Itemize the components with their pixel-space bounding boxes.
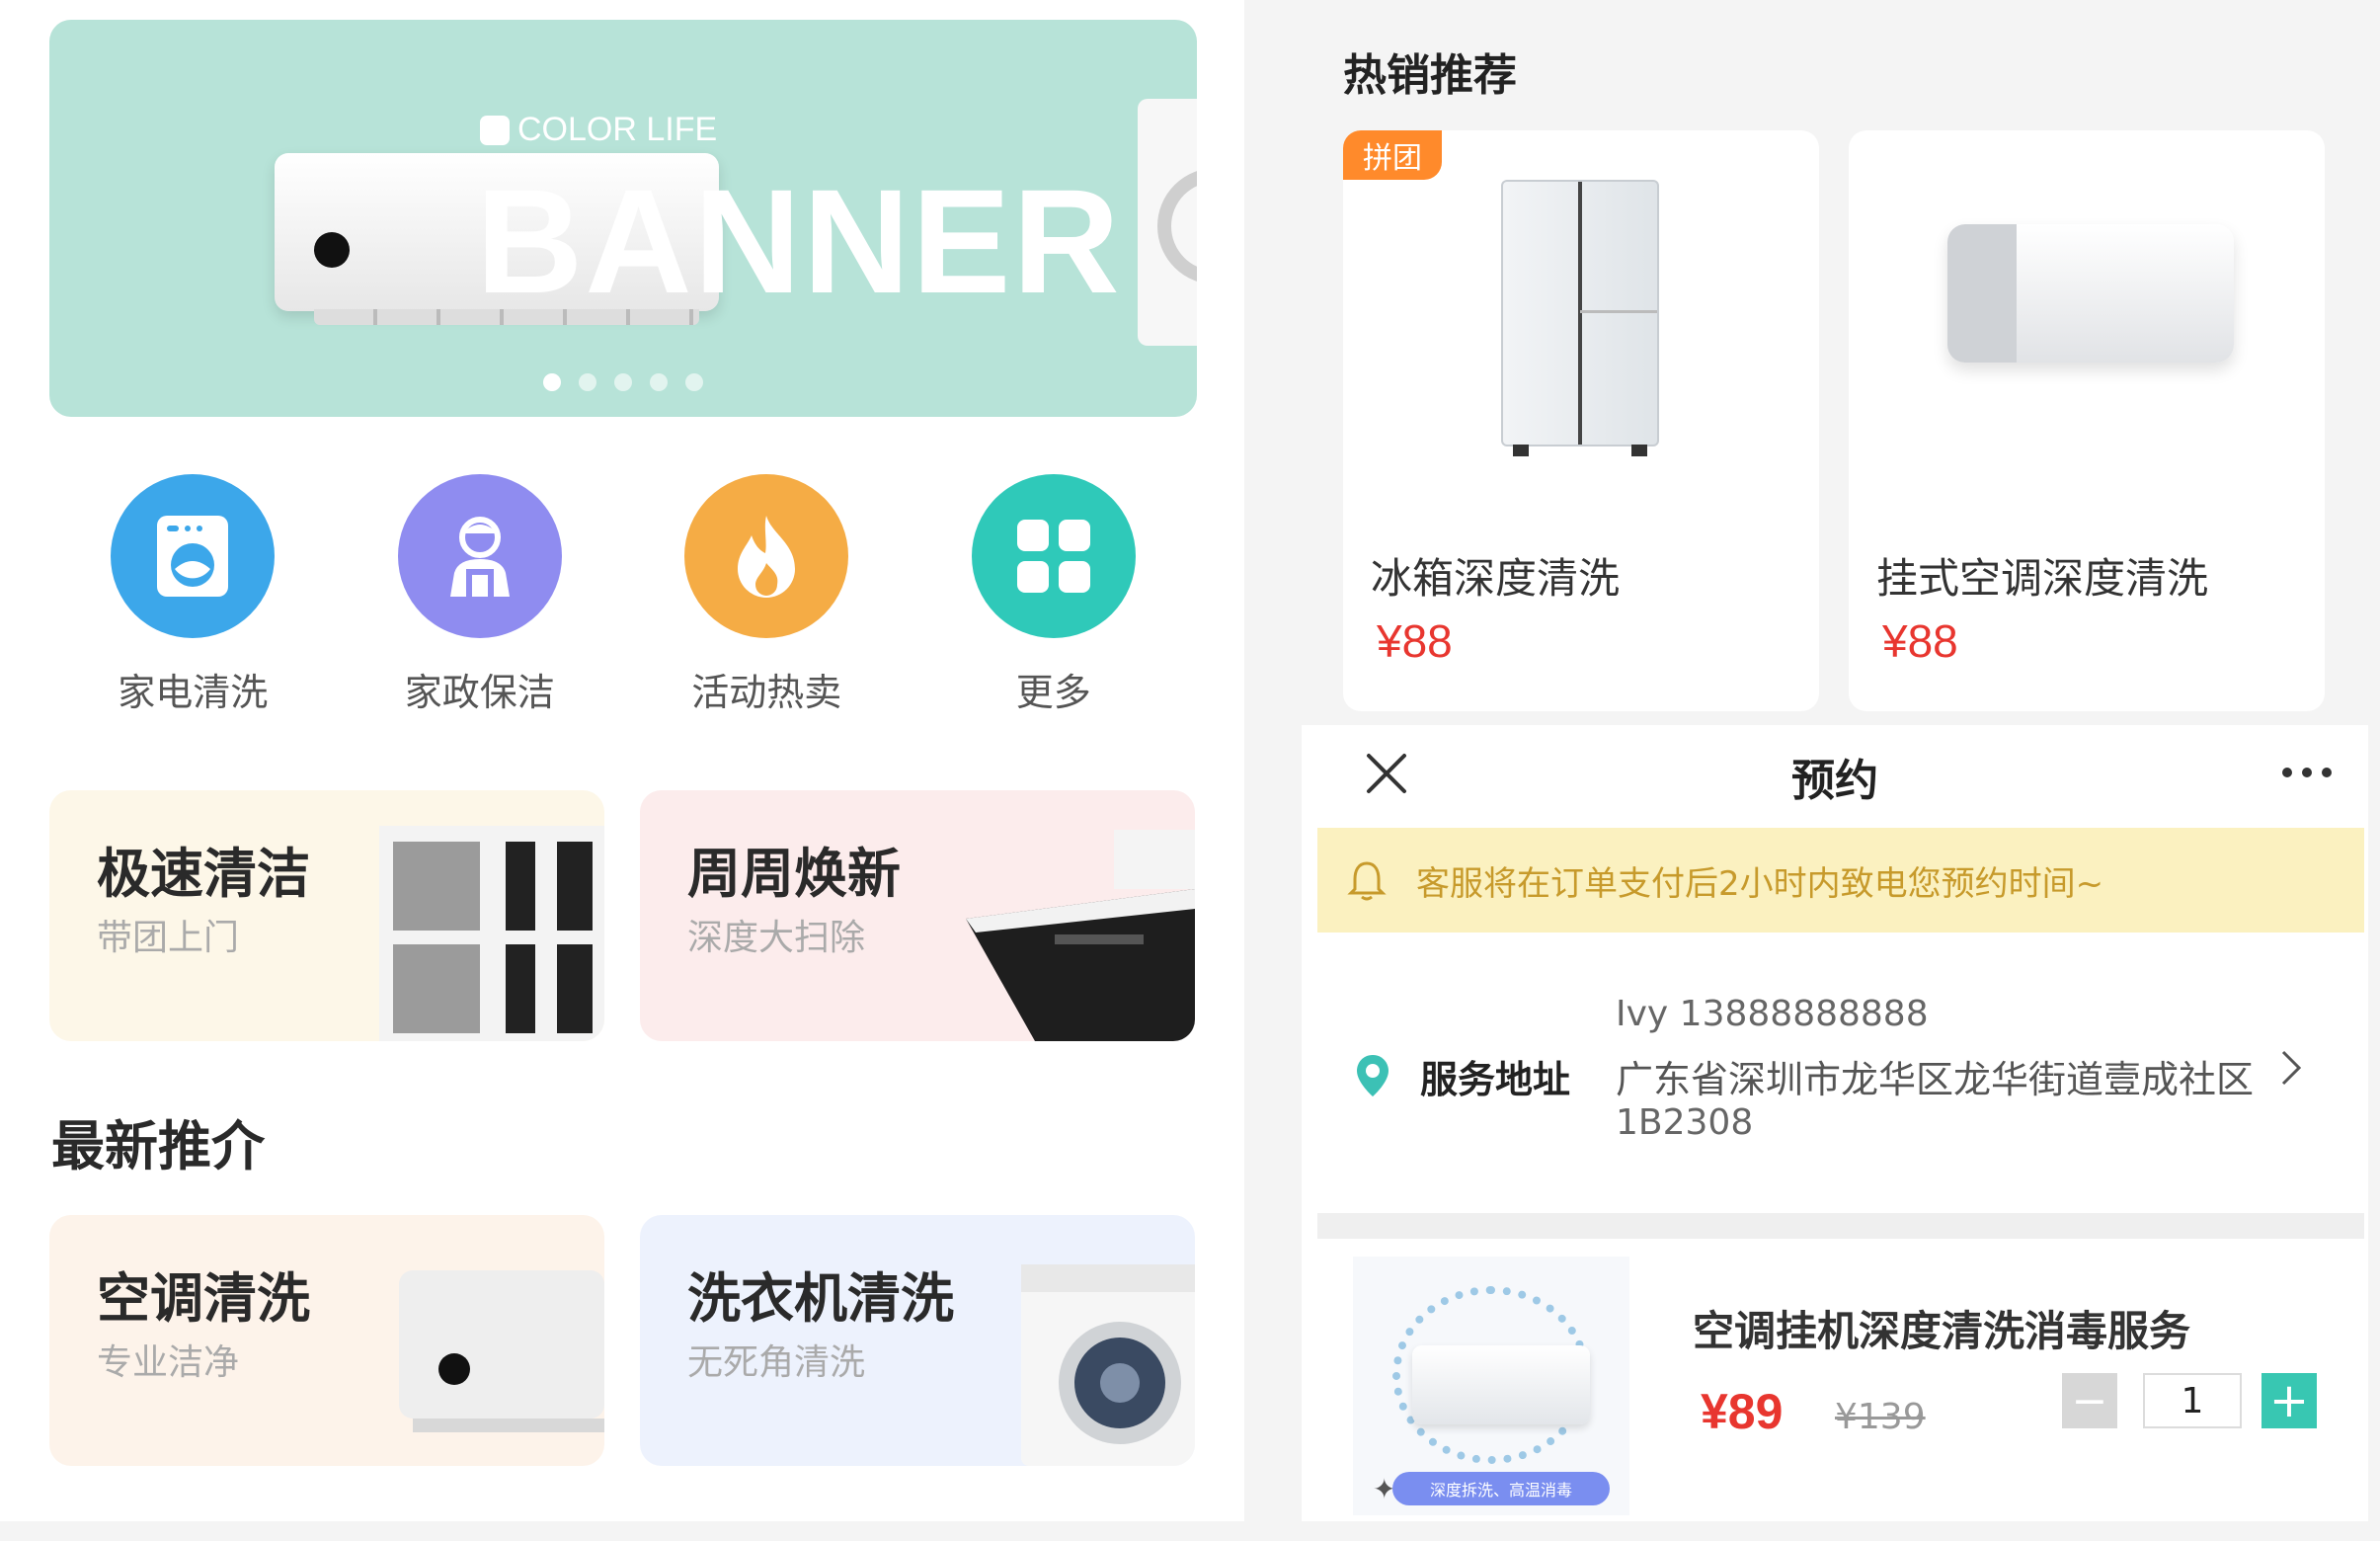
- category-more[interactable]: 更多: [911, 474, 1198, 716]
- bell-icon: [1347, 860, 1387, 901]
- service-thumbnail[interactable]: ✦ 深度拆洗、高温消毒: [1353, 1257, 1629, 1515]
- banner-carousel[interactable]: COLOR LIFE BANNER: [49, 20, 1197, 417]
- order-item: ✦ 深度拆洗、高温消毒 空调挂机深度清洗消毒服务 ¥89 ¥139 − 1 +: [1302, 1257, 2368, 1515]
- banner-headline: BANNER: [476, 158, 1122, 324]
- order-original-price: ¥139: [1835, 1397, 1926, 1437]
- address-line-2: 1B2308: [1616, 1102, 1754, 1143]
- fridge-image: [1501, 180, 1659, 456]
- address-line: 广东省深圳市龙华区龙华街道壹成社区: [1616, 1058, 2255, 1101]
- address-contact: Ivy 13888888888: [1616, 994, 1929, 1034]
- hot-section-title: 热销推荐: [1343, 50, 1517, 101]
- section-title-latest: 最新推介: [51, 1115, 265, 1177]
- chevron-right-icon[interactable]: [2279, 1037, 2303, 1101]
- banner-dot[interactable]: [614, 373, 632, 391]
- brand-logo-icon: [480, 115, 510, 145]
- washer-image: [1138, 99, 1197, 346]
- washing-machine-image: [1021, 1264, 1195, 1466]
- latest-card-washer-cleaning[interactable]: 洗衣机清洗 无死角清洗: [640, 1215, 1195, 1466]
- air-conditioner-image: [399, 1270, 604, 1432]
- home-screen: COLOR LIFE BANNER 家电清洗 家政保洁 活动热卖 更多 极速清洁…: [0, 0, 1244, 1521]
- air-conditioner-image: [1412, 1345, 1590, 1424]
- product-card-wall-ac[interactable]: 挂式空调深度清洗 ¥88: [1849, 130, 2325, 711]
- category-hot-sales[interactable]: 活动热卖: [623, 474, 911, 716]
- product-price: ¥88: [1882, 615, 1958, 667]
- booking-screen: 预约 客服将在订单支付后2小时内致电您预约时间~ 服务地址 Ivy 138888…: [1302, 725, 2368, 1521]
- grid-icon: [971, 474, 1136, 638]
- promo-card-fast-clean[interactable]: 极速清洁 带团上门: [49, 790, 604, 1041]
- product-name: 挂式空调深度清洗: [1876, 554, 2209, 603]
- banner-dot[interactable]: [579, 373, 596, 391]
- banner-brand: COLOR LIFE: [480, 111, 717, 149]
- address-label: 服务地址: [1420, 1058, 1571, 1101]
- window-image: [379, 826, 604, 1041]
- thumbnail-caption: 深度拆洗、高温消毒: [1392, 1472, 1610, 1505]
- wall-ac-image: [1947, 224, 2234, 363]
- flame-icon: [684, 474, 849, 638]
- category-grid: 家电清洗 家政保洁 活动热卖 更多: [49, 474, 1197, 716]
- washing-machine-icon: [111, 474, 276, 638]
- group-buy-badge: 拼团: [1343, 130, 1442, 180]
- promo-card-weekly-refresh[interactable]: 周周焕新 深度大扫除: [640, 790, 1195, 1041]
- notice-banner: 客服将在订单支付后2小时内致电您预约时间~: [1317, 828, 2364, 933]
- booking-header: 预约: [1302, 725, 2368, 824]
- category-appliance-cleaning[interactable]: 家电清洗: [49, 474, 337, 716]
- banner-dot[interactable]: [543, 373, 561, 391]
- quantity-input[interactable]: 1: [2143, 1373, 2242, 1428]
- more-icon[interactable]: [2281, 735, 2333, 790]
- decrement-button[interactable]: −: [2062, 1373, 2117, 1428]
- product-name: 冰箱深度清洗: [1371, 554, 1621, 603]
- product-price: ¥88: [1377, 615, 1453, 667]
- quantity-stepper: − 1 +: [2062, 1373, 2317, 1428]
- service-address-row[interactable]: 服务地址 Ivy 13888888888 广东省深圳市龙华区龙华街道壹成社区 1…: [1302, 972, 2368, 1170]
- order-service-name: 空调挂机深度清洗消毒服务: [1693, 1307, 2191, 1355]
- notice-text: 客服将在订单支付后2小时内致电您预约时间~: [1416, 863, 2104, 904]
- range-hood-image: [966, 830, 1195, 1041]
- banner-dot[interactable]: [685, 373, 703, 391]
- latest-card-ac-cleaning[interactable]: 空调清洗 专业洁净: [49, 1215, 604, 1466]
- banner-pagination[interactable]: [49, 373, 1197, 391]
- product-card-fridge[interactable]: 拼团 冰箱深度清洗 ¥88: [1343, 130, 1819, 711]
- page-title: 预约: [1791, 756, 1878, 806]
- category-housekeeping[interactable]: 家政保洁: [337, 474, 624, 716]
- section-divider: [1317, 1213, 2364, 1239]
- hot-products-section: 热销推荐 拼团 冰箱深度清洗 ¥88 挂式空调深度清洗 ¥88: [1302, 14, 2368, 725]
- increment-button[interactable]: +: [2261, 1373, 2317, 1428]
- housekeeper-icon: [397, 474, 562, 638]
- banner-dot[interactable]: [650, 373, 668, 391]
- location-pin-icon: [1355, 1053, 1390, 1102]
- order-price: ¥89: [1701, 1384, 1784, 1439]
